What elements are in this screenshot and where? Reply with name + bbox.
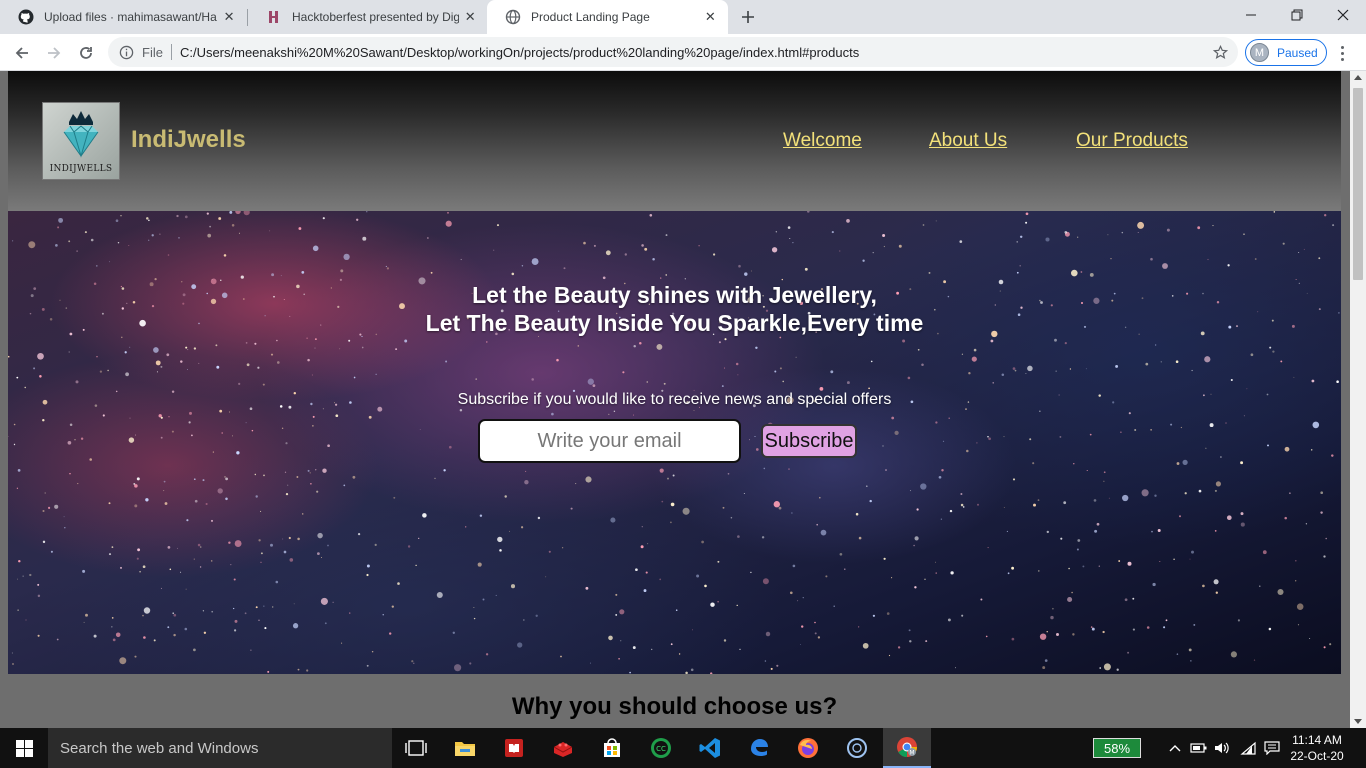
scheme-label: File — [142, 44, 163, 60]
nav-link-welcome[interactable]: Welcome — [783, 130, 862, 152]
clock-time: 11:14 AM — [1292, 733, 1342, 747]
wifi-icon[interactable] — [1237, 728, 1259, 768]
scroll-down-icon[interactable] — [1354, 719, 1362, 724]
clock-date: 22-Oct-20 — [1290, 749, 1344, 763]
address-bar[interactable]: File C:/Users/meenakshi%20M%20Sawant/Des… — [108, 37, 1238, 67]
url-text: C:/Users/meenakshi%20M%20Sawant/Desktop/… — [179, 44, 860, 60]
avatar: M — [1250, 43, 1269, 62]
windows-start-icon[interactable] — [0, 728, 48, 768]
hero-section: Let the Beauty shines with Jewellery, Le… — [8, 211, 1341, 674]
section-title: Why you should choose us? — [511, 693, 838, 720]
battery-icon[interactable] — [1188, 728, 1210, 768]
email-input[interactable] — [478, 419, 741, 463]
back-button[interactable] — [8, 39, 36, 67]
show-hidden-icons-icon[interactable] — [1166, 728, 1184, 768]
system-clock[interactable]: 11:14 AM 22-Oct-20 — [1288, 732, 1346, 764]
tab-product-landing[interactable]: Product Landing Page ✕ — [487, 0, 728, 34]
page-viewport: INDIJWELLS IndiJwells Welcome About Us O… — [0, 71, 1350, 728]
volume-icon[interactable] — [1212, 728, 1234, 768]
edge-icon[interactable] — [735, 728, 783, 768]
subscribe-text: Subscribe if you would like to receive n… — [457, 391, 892, 408]
vscode-icon[interactable] — [686, 728, 734, 768]
menu-icon[interactable] — [1334, 39, 1350, 67]
tab-title: Hacktoberfest presented by Digit — [292, 10, 459, 24]
tab-title: Upload files · mahimasawant/Hac — [44, 10, 218, 24]
tab-strip: Upload files · mahimasawant/Hac ✕ Hackto… — [0, 0, 1366, 34]
svg-text:M: M — [909, 750, 914, 757]
profile-status: Paused — [1277, 45, 1318, 60]
github-icon — [18, 9, 34, 25]
scrollbar-thumb[interactable] — [1353, 88, 1363, 280]
task-view-icon[interactable] — [392, 728, 440, 768]
profile-button[interactable]: M Paused — [1245, 39, 1327, 66]
nav-link-our-products[interactable]: Our Products — [1076, 130, 1188, 152]
svg-text:CC: CC — [656, 745, 666, 753]
store-icon[interactable] — [588, 728, 636, 768]
info-icon[interactable] — [118, 44, 134, 60]
new-tab-button[interactable] — [736, 5, 760, 29]
bookmark-star-icon[interactable] — [1212, 44, 1228, 60]
nav-link-about-us[interactable]: About Us — [929, 130, 1007, 152]
close-icon[interactable]: ✕ — [221, 9, 237, 25]
chrome-icon[interactable]: M — [883, 728, 931, 768]
hero-headline-2: Let The Beauty Inside You Sparkle,Every … — [425, 310, 924, 336]
logo[interactable]: INDIJWELLS — [42, 102, 120, 180]
logo-text: INDIJWELLS — [49, 164, 113, 174]
taskbar: Search the web and Windows CC M 58% 11:1… — [0, 728, 1366, 768]
diamond-crown-icon — [63, 111, 99, 158]
hero-headline-1: Let the Beauty shines with Jewellery, — [472, 282, 877, 308]
site-header: INDIJWELLS IndiJwells Welcome About Us O… — [8, 71, 1341, 211]
taskbar-search-input[interactable]: Search the web and Windows — [48, 728, 392, 768]
battery-percent-badge[interactable]: 58% — [1093, 738, 1141, 758]
cortana-icon[interactable] — [833, 728, 881, 768]
scroll-up-icon[interactable] — [1354, 75, 1362, 80]
close-icon[interactable]: ✕ — [703, 9, 718, 25]
close-window-button[interactable] — [1320, 0, 1366, 30]
tab-github-upload[interactable]: Upload files · mahimasawant/Hac ✕ — [0, 0, 247, 34]
forward-button[interactable] — [40, 39, 68, 67]
tab-title: Product Landing Page — [531, 10, 650, 24]
restore-button[interactable] — [1274, 0, 1320, 30]
red-app-icon[interactable] — [539, 728, 587, 768]
firefox-icon[interactable] — [784, 728, 832, 768]
action-center-icon[interactable] — [1261, 728, 1283, 768]
ccleaner-icon[interactable]: CC — [637, 728, 685, 768]
subscribe-button[interactable]: Subscribe — [761, 424, 857, 458]
globe-icon — [505, 9, 521, 25]
page-scrollbar[interactable] — [1350, 71, 1366, 728]
hacktoberfest-icon — [266, 9, 282, 25]
close-icon[interactable]: ✕ — [463, 9, 478, 25]
reload-button[interactable] — [72, 39, 100, 67]
file-explorer-icon[interactable] — [441, 728, 489, 768]
brand-name: IndiJwells — [131, 126, 246, 153]
tab-hacktoberfest[interactable]: Hacktoberfest presented by Digit ✕ — [248, 0, 488, 34]
address-divider — [170, 44, 172, 60]
browser-toolbar: File C:/Users/meenakshi%20M%20Sawant/Des… — [0, 34, 1366, 71]
minimize-button[interactable] — [1228, 0, 1274, 30]
reader-icon[interactable] — [490, 728, 538, 768]
